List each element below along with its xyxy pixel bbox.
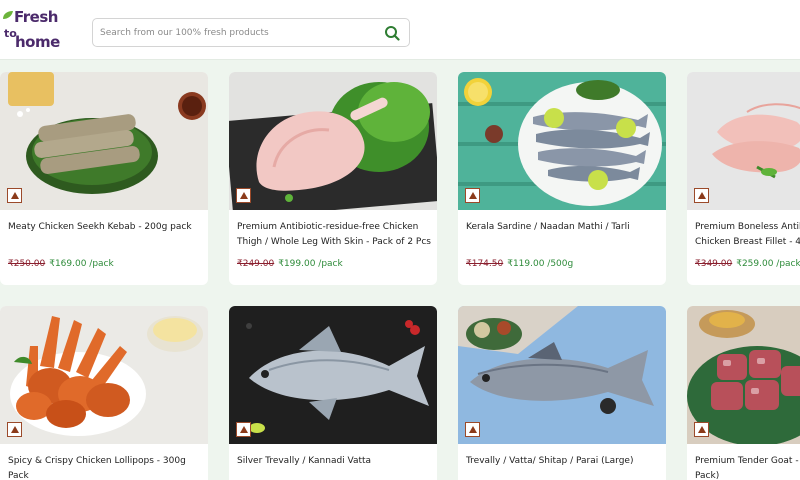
logo-word-fresh: Fresh [14, 8, 58, 26]
product-price: ₹249.00 ₹199.00 /pack [237, 258, 343, 270]
product-price: ₹250.00 ₹169.00 /pack [8, 258, 114, 270]
non-veg-icon [465, 188, 480, 203]
product-card[interactable]: Premium Tender Goat - B (280g to 300g Pa… [687, 306, 800, 480]
mrp-price: ₹349.00 [695, 259, 733, 269]
non-veg-icon [7, 188, 22, 203]
sale-price: ₹119.00 /500g [507, 259, 574, 269]
mrp-price: ₹174.50 [466, 259, 504, 269]
product-name[interactable]: Premium Boneless Antibiotic-residue-free… [695, 220, 800, 250]
product-image[interactable] [0, 72, 208, 210]
non-veg-icon [694, 422, 709, 437]
product-card[interactable]: Kerala Sardine / Naadan Mathi / Tarli ₹1… [458, 72, 666, 285]
logo-word-home: home [15, 33, 60, 51]
product-image[interactable] [229, 306, 437, 444]
product-card[interactable]: Spicy & Crispy Chicken Lollipops - 300g … [0, 306, 208, 480]
product-name[interactable]: Spicy & Crispy Chicken Lollipops - 300g … [8, 454, 204, 480]
mrp-price: ₹249.00 [237, 259, 275, 269]
product-image[interactable] [458, 72, 666, 210]
product-name[interactable]: Premium Tender Goat - B (280g to 300g Pa… [695, 454, 800, 480]
product-image[interactable] [458, 306, 666, 444]
mrp-price: ₹250.00 [8, 259, 46, 269]
sale-price: ₹169.00 /pack [49, 259, 114, 269]
leaf-icon [3, 11, 13, 19]
product-card[interactable]: Silver Trevally / Kannadi Vatta [229, 306, 437, 480]
search-input[interactable] [100, 23, 370, 43]
search-bar [92, 18, 410, 47]
product-name[interactable]: Silver Trevally / Kannadi Vatta [237, 454, 433, 469]
non-veg-icon [694, 188, 709, 203]
product-card[interactable]: Trevally / Vatta/ Shitap / Parai (Large) [458, 306, 666, 480]
product-name[interactable]: Kerala Sardine / Naadan Mathi / Tarli [466, 220, 662, 235]
product-price: ₹349.00 ₹259.00 /pack [695, 258, 800, 270]
product-image[interactable] [229, 72, 437, 210]
sale-price: ₹259.00 /pack [736, 259, 800, 269]
product-name[interactable]: Trevally / Vatta/ Shitap / Parai (Large) [466, 454, 662, 469]
product-image[interactable] [0, 306, 208, 444]
product-card[interactable]: Premium Antibiotic-residue-free Chicken … [229, 72, 437, 285]
fresh-to-home-logo[interactable]: Fresh to home [2, 6, 62, 52]
non-veg-icon [7, 422, 22, 437]
sale-price: ₹199.00 /pack [278, 259, 343, 269]
product-card[interactable]: Premium Boneless Antibiotic-residue-free… [687, 72, 800, 285]
non-veg-icon [236, 188, 251, 203]
product-price: ₹174.50 ₹119.00 /500g [466, 258, 573, 270]
non-veg-icon [236, 422, 251, 437]
product-name[interactable]: Premium Antibiotic-residue-free Chicken … [237, 220, 433, 250]
product-card[interactable]: Meaty Chicken Seekh Kebab - 200g pack ₹2… [0, 72, 208, 285]
top-header: Fresh to home [0, 0, 800, 60]
search-icon[interactable] [384, 25, 400, 41]
product-name[interactable]: Meaty Chicken Seekh Kebab - 200g pack [8, 220, 204, 235]
non-veg-icon [465, 422, 480, 437]
